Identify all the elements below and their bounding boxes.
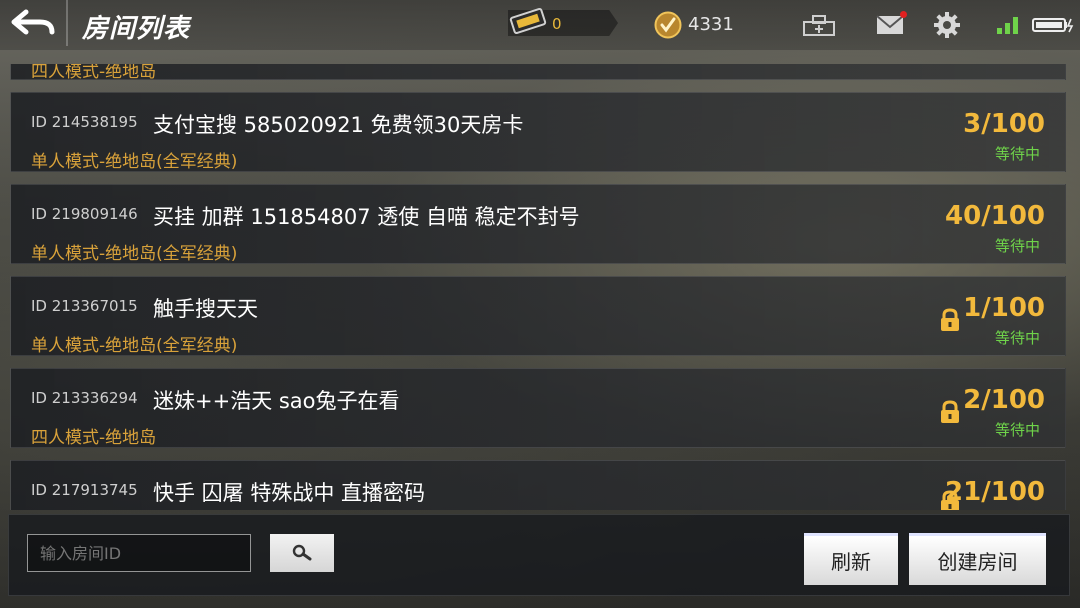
room-row[interactable]: 四人模式-绝地岛 (10, 64, 1066, 82)
room-id: ID 214538195 (31, 113, 138, 131)
room-mode: 四人模式-绝地岛 (31, 428, 157, 448)
room-status: 等待中 (994, 237, 1040, 255)
coin-count: 4331 (688, 14, 734, 35)
page-title: 房间列表 (82, 14, 191, 44)
room-player-count: 3/100 (963, 109, 1045, 139)
room-name: 支付宝搜 585020921 免费领30天房卡 (153, 113, 524, 137)
room-mode: 四人模式-绝地岛 (31, 64, 157, 82)
room-player-count: 21/100 (945, 477, 1045, 507)
room-name: 买挂 加群 151854807 透使 自喵 稳定不封号 (153, 205, 580, 229)
back-button[interactable] (0, 0, 68, 46)
room-id: ID 213367015 (31, 297, 138, 315)
lock-icon (941, 308, 959, 331)
create-room-button[interactable]: 创建房间 (909, 533, 1046, 585)
room-list[interactable]: 四人模式-绝地岛 ID 214538195 支付宝搜 585020921 免费领… (10, 64, 1066, 510)
lock-icon (941, 400, 959, 423)
room-row[interactable]: ID 213367015 触手搜天天 单人模式-绝地岛(全军经典) 1/100 … (10, 276, 1066, 356)
room-player-count: 1/100 (963, 293, 1045, 323)
room-row[interactable]: ID 217913745 快手 囚屠 特殊战中 直播密码 21/100 (10, 460, 1066, 510)
signal-icon (997, 17, 1018, 34)
shop-icon[interactable] (802, 14, 836, 36)
room-status: 等待中 (994, 329, 1040, 347)
back-arrow-icon (11, 9, 55, 35)
room-id-search-input[interactable] (27, 534, 251, 572)
room-mode: 单人模式-绝地岛(全军经典) (31, 244, 238, 264)
mail-icon[interactable] (876, 15, 904, 35)
search-icon (292, 544, 312, 561)
search-button[interactable] (270, 534, 334, 572)
battery-icon (1032, 18, 1074, 33)
room-row[interactable]: ID 214538195 支付宝搜 585020921 免费领30天房卡 单人模… (10, 92, 1066, 172)
room-status: 等待中 (994, 421, 1040, 439)
room-status: 等待中 (994, 145, 1040, 163)
room-id: ID 219809146 (31, 205, 138, 223)
gear-icon[interactable] (933, 11, 961, 39)
room-mode: 单人模式-绝地岛(全军经典) (31, 152, 238, 172)
refresh-button[interactable]: 刷新 (804, 533, 898, 585)
mail-notification-dot (900, 11, 907, 18)
room-name: 迷妹++浩天 sao兔子在看 (153, 389, 400, 413)
room-name: 触手搜天天 (153, 297, 258, 321)
room-id: ID 217913745 (31, 481, 138, 499)
room-mode: 单人模式-绝地岛(全军经典) (31, 336, 238, 356)
room-name: 快手 囚屠 特殊战中 直播密码 (153, 481, 426, 505)
room-player-count: 2/100 (963, 385, 1045, 415)
ticket-count: 0 (552, 15, 562, 33)
room-player-count: 40/100 (945, 201, 1045, 231)
coin-icon (654, 11, 682, 39)
top-bar: 房间列表 0 4331 (0, 0, 1080, 50)
room-row[interactable]: ID 219809146 买挂 加群 151854807 透使 自喵 稳定不封号… (10, 184, 1066, 264)
room-row[interactable]: ID 213336294 迷妹++浩天 sao兔子在看 四人模式-绝地岛 2/1… (10, 368, 1066, 448)
room-id: ID 213336294 (31, 389, 138, 407)
ticket-icon (509, 7, 547, 35)
